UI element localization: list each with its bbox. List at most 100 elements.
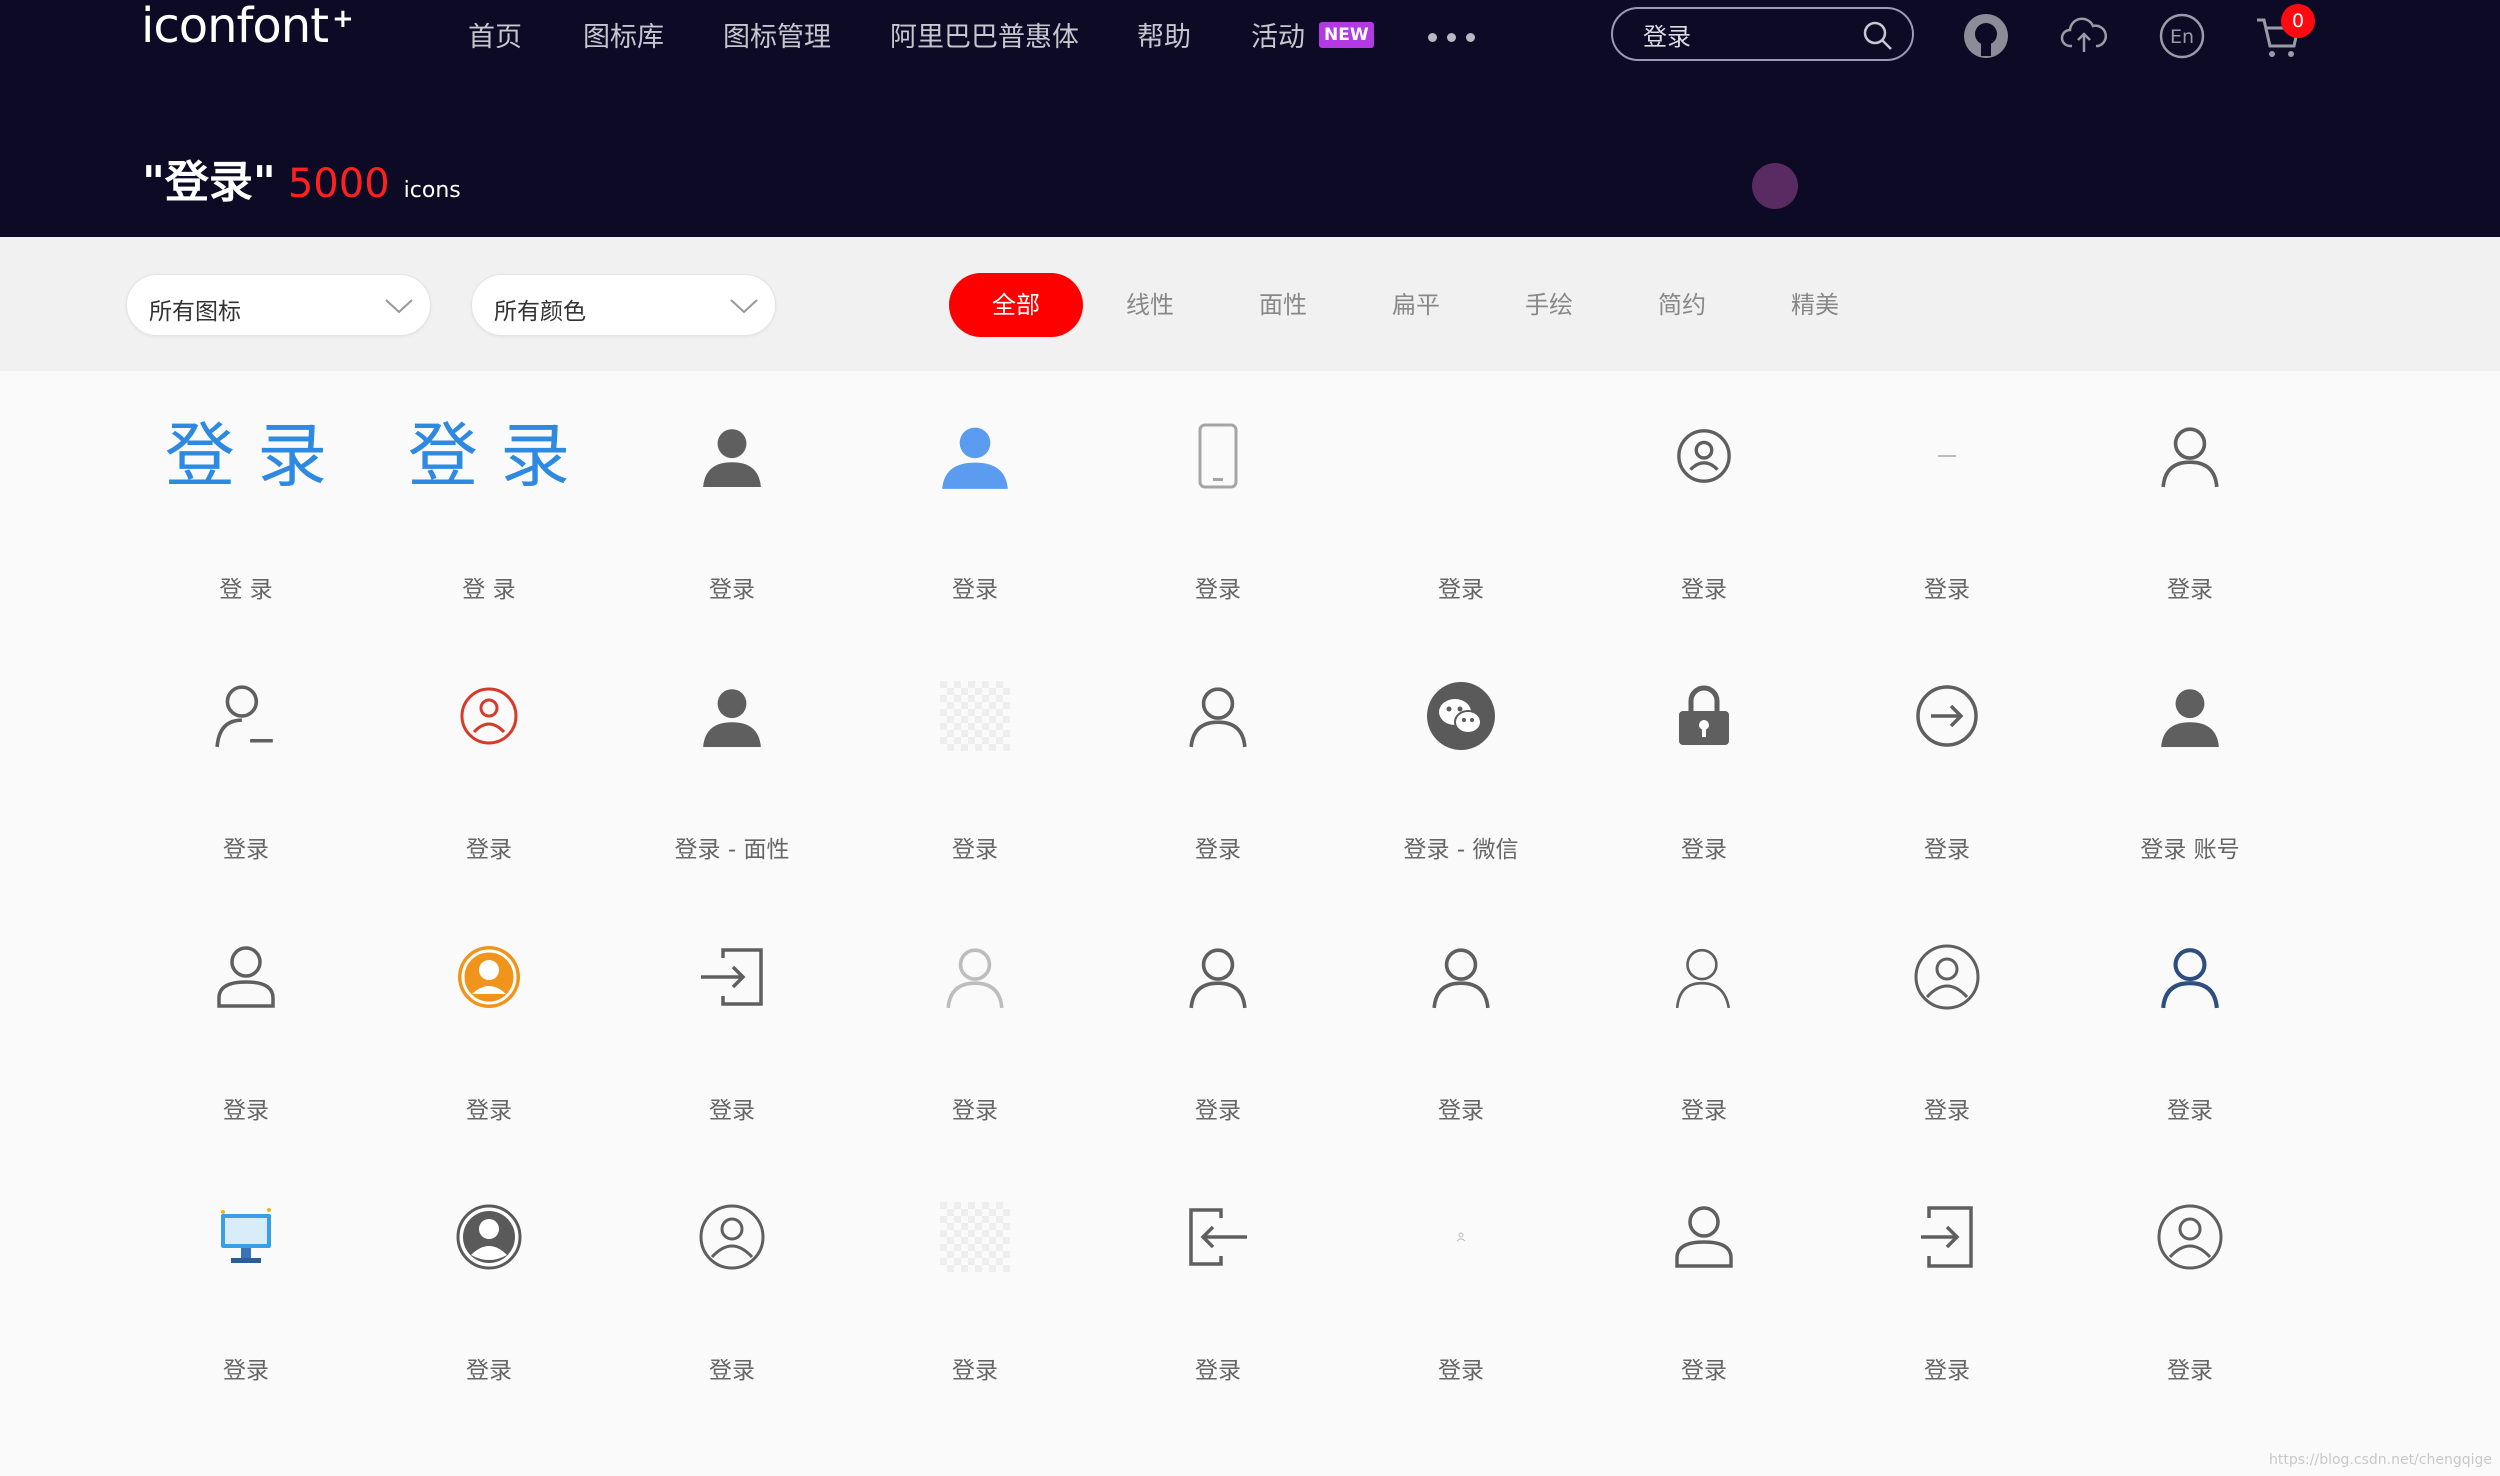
nav-activity[interactable]: 活动 (1251, 15, 1305, 54)
tab-fill[interactable]: 面性 (1259, 273, 1307, 337)
user-rounded-icon (131, 932, 361, 1022)
top-header: iconfont + 首页 图标库 图标管理 阿里巴巴普惠体 帮助 活动 NEW … (0, 0, 2500, 237)
icon-card[interactable]: 登录 (1103, 631, 1333, 863)
tiny-text-icon (1832, 411, 2062, 501)
user-outline-icon (1103, 932, 1333, 1022)
icon-card-label: 登录 (709, 1358, 755, 1384)
icon-card[interactable]: 登录 (1346, 892, 1576, 1124)
query-text: "登录" (142, 157, 276, 208)
icon-card[interactable]: 登录 (1832, 371, 2062, 603)
tab-line[interactable]: 线性 (1126, 273, 1174, 337)
icon-card-label: 登 录 (219, 577, 273, 603)
icon-card[interactable]: 登录 (617, 1152, 847, 1384)
icon-card[interactable]: 登录 (374, 631, 604, 863)
icon-card-label: 登录 (223, 1358, 269, 1384)
result-count: 5000 (287, 161, 390, 207)
icon-card[interactable]: 登录 (131, 892, 361, 1124)
iconfont-logo[interactable]: iconfont + (141, 0, 354, 54)
icon-card[interactable]: 登录 (860, 371, 1090, 603)
icon-card[interactable]: 登录 (2075, 371, 2305, 603)
icon-card[interactable]: 登录 (1832, 631, 2062, 863)
icon-card[interactable]: 登录 (1832, 1152, 2062, 1384)
icon-card[interactable]: 登录 (1103, 1152, 1333, 1384)
icon-card[interactable]: 登录 (131, 1152, 361, 1384)
phone-icon (1103, 411, 1333, 501)
icon-card[interactable]: 登录 (131, 631, 361, 863)
upload-cloud-icon[interactable] (2060, 12, 2108, 60)
icon-grid: 登 录登 录登 录登 录登录 登录 登录 登录 登录 登录 登录 登录 登录 登录 - 面性 登录登… (0, 371, 2500, 1476)
chevron-down-icon (385, 299, 413, 314)
icon-card[interactable]: 登 录登 录 (374, 371, 604, 603)
icon-card-label: 登录 (1195, 1358, 1241, 1384)
nav-icon-management[interactable]: 图标管理 (723, 15, 831, 54)
icon-card-label: 登录 (1438, 1358, 1484, 1384)
icon-card[interactable]: 登录 (1346, 371, 1576, 603)
icon-card[interactable]: 登录 (374, 892, 604, 1124)
icon-card[interactable]: 登录 - 微信 (1346, 631, 1576, 863)
transparent-placeholder-icon (860, 671, 1090, 761)
user-outline-icon (1103, 671, 1333, 761)
user-circle-outline-icon (2075, 1192, 2305, 1282)
icon-card[interactable]: 登 录登 录 (131, 371, 361, 603)
icon-card[interactable]: 登录 (1589, 1152, 1819, 1384)
user-outline-icon (2075, 411, 2305, 501)
icon-card-label: 登录 (1195, 577, 1241, 603)
icon-card[interactable]: 登录 (860, 1152, 1090, 1384)
nav-icon-library[interactable]: 图标库 (583, 15, 664, 54)
text-denglu-blue-icon: 登 录 (131, 411, 361, 501)
search-input[interactable] (1643, 19, 1843, 49)
icon-card[interactable]: 登录 (617, 371, 847, 603)
nav-help[interactable]: 帮助 (1137, 15, 1191, 54)
user-filled-blue-icon (860, 411, 1090, 501)
logout-arrow-icon (1103, 1192, 1333, 1282)
icon-card-label: 登录 (2167, 577, 2213, 603)
user-circle-filled-icon (374, 1192, 604, 1282)
icon-card[interactable]: 登录 (1103, 371, 1333, 603)
icon-card[interactable]: 登录 (1589, 892, 1819, 1124)
icon-card[interactable]: 登录 (860, 631, 1090, 863)
language-icon[interactable]: En (2158, 12, 2206, 60)
icon-card-label: 登录 (466, 837, 512, 863)
tab-all[interactable]: 全部 (949, 273, 1083, 337)
search-icon[interactable] (1862, 20, 1894, 52)
github-icon[interactable] (1962, 12, 2010, 60)
tab-fine[interactable]: 精美 (1791, 273, 1839, 337)
icon-card-label: 登录 (1924, 1098, 1970, 1124)
user-circle-orange-icon (374, 932, 604, 1022)
wechat-icon (1346, 671, 1576, 761)
nav-home[interactable]: 首页 (468, 15, 522, 54)
user-circle-red-icon (374, 671, 604, 761)
filter-bar: 所有图标 所有颜色 全部 线性 面性 扁平 手绘 简约 精美 (0, 237, 2500, 371)
nav-alibaba-font[interactable]: 阿里巴巴普惠体 (890, 15, 1079, 54)
tab-simple[interactable]: 简约 (1658, 273, 1706, 337)
icon-card[interactable]: 登录 (2075, 1152, 2305, 1384)
icon-card[interactable]: 登录 (374, 1152, 604, 1384)
icon-card[interactable]: 登录 (1589, 371, 1819, 603)
tab-flat[interactable]: 扁平 (1392, 273, 1440, 337)
floating-dot (1752, 163, 1798, 209)
icon-card[interactable]: 登录 (1103, 892, 1333, 1124)
icon-card[interactable]: 登录 (860, 892, 1090, 1124)
icon-color-select[interactable]: 所有颜色 (471, 274, 776, 336)
icon-card[interactable]: 登录 (2075, 892, 2305, 1124)
icon-card-label: 登录 (1681, 577, 1727, 603)
tab-handdrawn[interactable]: 手绘 (1525, 273, 1573, 337)
icon-card-label: 登录 (1438, 577, 1484, 603)
icon-card[interactable]: 登录 (617, 892, 847, 1124)
icon-card-label: 登录 (709, 1098, 755, 1124)
icon-card[interactable]: 登录 - 面性 (617, 631, 847, 863)
more-menu-icon[interactable] (1428, 33, 1475, 42)
icon-card-label: 登录 - 面性 (674, 837, 790, 863)
user-circle-outline-icon (1832, 932, 2062, 1022)
arrow-circle-right-icon (1832, 671, 2062, 761)
icon-card[interactable]: 登录 (1346, 1152, 1576, 1384)
icon-card-label: 登录 账号 (2140, 837, 2240, 863)
search-box[interactable] (1611, 7, 1914, 61)
icon-card[interactable]: 登录 账号 (2075, 631, 2305, 863)
icon-type-select[interactable]: 所有图标 (126, 274, 431, 336)
icon-card[interactable]: 登录 (1589, 631, 1819, 863)
tiny-user-icon (1346, 1192, 1576, 1282)
user-outline-navy-icon (2075, 932, 2305, 1022)
icon-card[interactable]: 登录 (1832, 892, 2062, 1124)
icon-card-label: 登录 (952, 1358, 998, 1384)
